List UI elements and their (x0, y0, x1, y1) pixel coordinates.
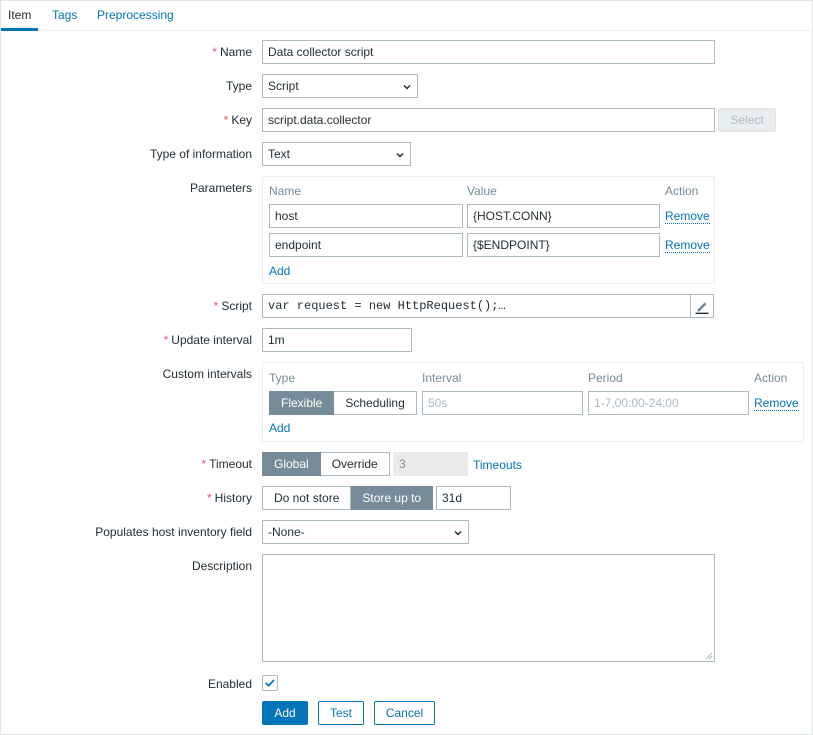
interval-type-scheduling[interactable]: Scheduling (334, 391, 417, 415)
update-interval-label: * Update interval (164, 333, 252, 347)
type-label-text: Type (225, 79, 252, 93)
parameters-header-action: Action (665, 184, 699, 198)
interval-input[interactable]: 50s (422, 391, 583, 415)
custom-intervals-label: Custom intervals (163, 367, 252, 381)
type-of-information-select[interactable]: Text (262, 142, 411, 166)
chevron-down-icon (403, 84, 411, 90)
custom-intervals-label-text: Custom intervals (162, 367, 252, 381)
parameter-remove-link[interactable]: Remove (665, 209, 710, 224)
required-marker: * (201, 457, 207, 471)
timeout-segment: Global Override (262, 452, 390, 476)
parameters-label-text: Parameters (189, 181, 252, 195)
checkmark-icon (265, 679, 275, 687)
description-label-text: Description (191, 559, 252, 573)
type-label: Type (226, 79, 252, 93)
history-do-not-store[interactable]: Do not store (262, 486, 352, 510)
tab-preprocessing[interactable]: Preprocessing (90, 1, 181, 31)
history-label-text: History (214, 491, 252, 505)
parameters-table: Name Value Action host {HOST.CONN} Remov… (262, 176, 715, 284)
custom-intervals-header-type: Type (269, 371, 296, 385)
chevron-down-icon (396, 152, 404, 158)
tab-item[interactable]: Item (1, 1, 39, 31)
key-label-text: Key (231, 113, 252, 127)
timeout-label-text: Timeout (209, 457, 252, 471)
type-of-information-value: Text (268, 147, 291, 161)
name-label: * Name (212, 45, 252, 59)
cancel-button[interactable]: Cancel (374, 701, 435, 725)
parameter-value-input[interactable]: {HOST.CONN} (467, 204, 660, 228)
required-marker: * (223, 113, 229, 127)
description-label: Description (192, 559, 252, 573)
tab-bar: Item Tags Preprocessing (1, 1, 812, 31)
custom-intervals-header-action: Action (754, 371, 788, 385)
enabled-label-text: Enabled (207, 677, 252, 691)
parameters-header-name: Name (269, 184, 302, 198)
custom-intervals-header-interval: Interval (422, 371, 462, 385)
add-button[interactable]: Add (262, 701, 308, 725)
inventory-select[interactable]: -None- (262, 520, 469, 544)
resize-handle-icon[interactable] (705, 652, 713, 660)
test-button[interactable]: Test (318, 701, 364, 725)
description-textarea[interactable] (262, 554, 715, 662)
interval-add-link[interactable]: Add (269, 421, 290, 435)
key-input[interactable]: script.data.collector (262, 108, 715, 132)
interval-type-segment: Flexible Scheduling (269, 391, 417, 415)
history-input[interactable]: 31d (436, 486, 511, 510)
item-form-frame: Item Tags Preprocessing * Name Data colle… (0, 0, 813, 735)
period-input[interactable]: 1-7,00:00-24:00 (588, 391, 749, 415)
script-edit-button[interactable] (690, 294, 714, 318)
name-label-text: Name (219, 45, 252, 59)
inventory-select-value: -None- (268, 525, 305, 539)
pencil-icon (695, 302, 709, 315)
timeouts-link[interactable]: Timeouts (473, 458, 522, 472)
interval-remove-link[interactable]: Remove (754, 396, 799, 411)
type-select-value: Script (268, 79, 299, 93)
type-select[interactable]: Script (262, 74, 418, 98)
parameters-label: Parameters (190, 181, 252, 195)
timeout-override[interactable]: Override (320, 452, 390, 476)
chevron-down-icon (454, 530, 462, 536)
parameter-add-link[interactable]: Add (269, 264, 290, 278)
parameter-remove-link[interactable]: Remove (665, 238, 710, 253)
history-segment: Do not store Store up to (262, 486, 434, 510)
parameter-name-input[interactable]: endpoint (269, 233, 463, 257)
parameters-header-value: Value (467, 184, 497, 198)
name-input[interactable]: Data collector script (262, 40, 715, 64)
parameter-value-input[interactable]: {$ENDPOINT} (467, 233, 660, 257)
required-marker: * (212, 45, 217, 59)
parameter-name-input[interactable]: host (269, 204, 463, 228)
interval-type-flexible[interactable]: Flexible (269, 391, 335, 415)
script-label: * Script (214, 299, 252, 313)
script-input[interactable]: var request = new HttpRequest();… (262, 294, 692, 318)
tab-tags[interactable]: Tags (45, 1, 84, 31)
script-label-text: Script (221, 299, 252, 313)
inventory-label: Populates host inventory field (95, 525, 252, 539)
required-marker: * (163, 333, 169, 347)
enabled-label: Enabled (208, 677, 252, 691)
custom-intervals-header-period: Period (588, 371, 623, 385)
inventory-label-text: Populates host inventory field (95, 525, 252, 539)
custom-intervals-table: Type Interval Period Action Flexible Sch… (262, 362, 804, 442)
key-label: * Key (224, 113, 252, 127)
history-store-up-to[interactable]: Store up to (351, 486, 434, 510)
update-interval-input[interactable]: 1m (262, 328, 412, 352)
update-interval-label-text: Update interval (171, 333, 252, 347)
type-of-information-label-text: Type of information (149, 147, 252, 161)
enabled-checkbox[interactable] (262, 675, 278, 691)
timeout-label: * Timeout (201, 457, 252, 471)
required-marker: * (206, 491, 212, 505)
type-of-information-label: Type of information (150, 147, 252, 161)
timeout-input[interactable]: 3 (393, 452, 468, 476)
history-label: * History (207, 491, 252, 505)
required-marker: * (213, 299, 219, 313)
timeout-global[interactable]: Global (262, 452, 321, 476)
key-select-button[interactable]: Select (718, 108, 776, 132)
